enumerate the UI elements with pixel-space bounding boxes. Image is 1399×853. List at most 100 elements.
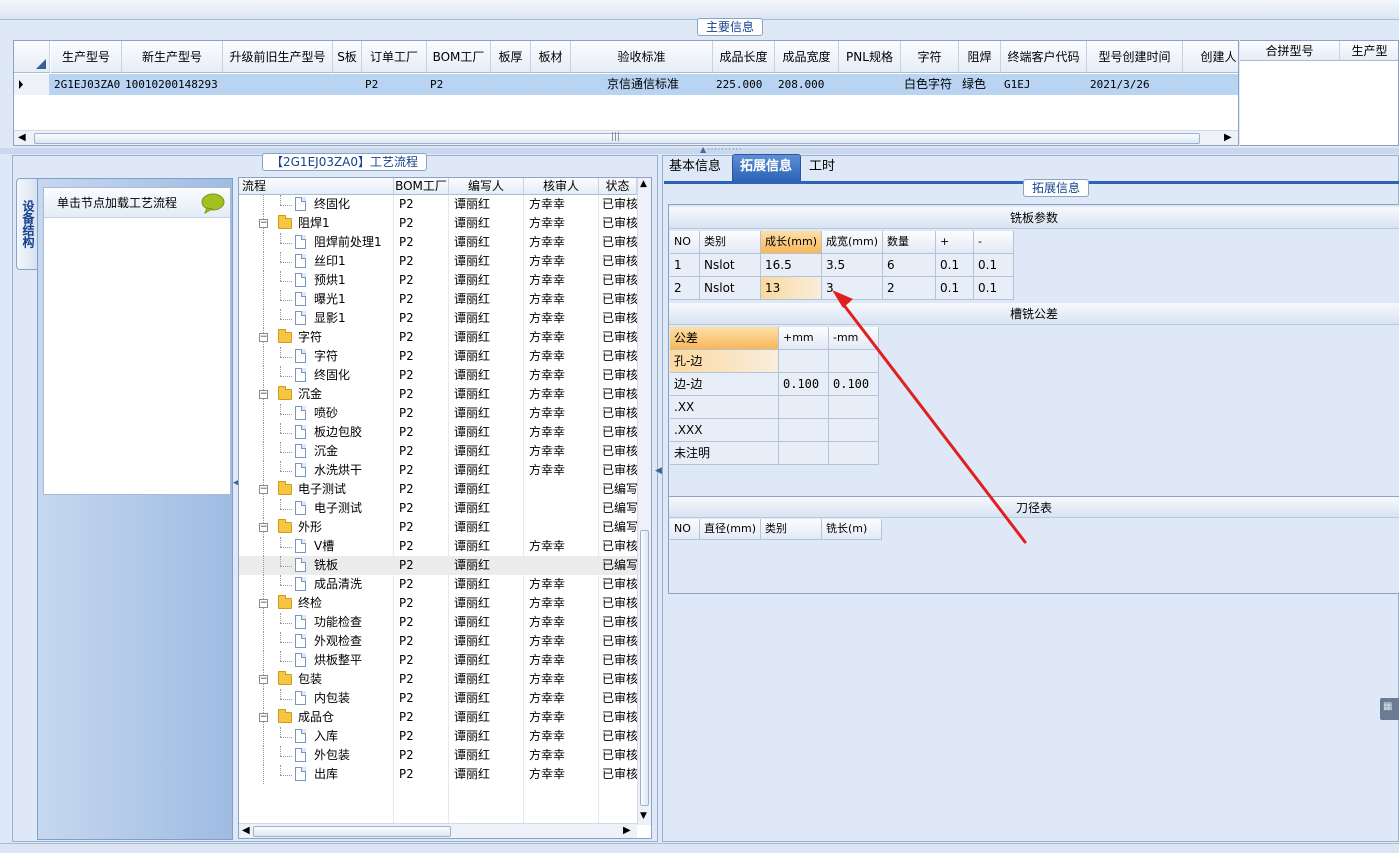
tolerance-col-header[interactable]: 公差 bbox=[670, 327, 779, 350]
collapse-toggle-icon[interactable]: − bbox=[259, 599, 268, 608]
process-tree-row[interactable]: 曝光1 P2 谭丽红 方幸幸 已审核 bbox=[239, 290, 637, 309]
tolerance-cell[interactable]: .XXX bbox=[670, 419, 779, 442]
milling-cell[interactable]: 0.1 bbox=[936, 254, 974, 277]
main-grid-col-header[interactable]: 验收标准 bbox=[571, 41, 713, 73]
main-grid-col-header[interactable]: 成品宽度 bbox=[775, 41, 839, 73]
collapse-toggle-icon[interactable]: − bbox=[259, 523, 268, 532]
scroll-right-icon[interactable]: ▶ bbox=[623, 825, 631, 836]
process-group-label[interactable]: 电子测试 bbox=[293, 480, 393, 499]
process-step-label[interactable]: 阻焊前处理1 bbox=[309, 233, 394, 252]
process-tree-row[interactable]: − 终检 P2 谭丽红 方幸幸 已审核 bbox=[239, 594, 637, 613]
process-step-label[interactable]: V槽 bbox=[309, 537, 394, 556]
tab-basic-info[interactable]: 基本信息 bbox=[663, 155, 727, 180]
process-step-label[interactable]: 出库 bbox=[309, 765, 394, 784]
process-tree-row[interactable]: − 外形 P2 谭丽红 已编写 bbox=[239, 518, 637, 537]
process-group-label[interactable]: 字符 bbox=[293, 328, 393, 347]
process-tree-row[interactable]: 功能检查 P2 谭丽红 方幸幸 已审核 bbox=[239, 613, 637, 632]
process-tree-row[interactable]: 预烘1 P2 谭丽红 方幸幸 已审核 bbox=[239, 271, 637, 290]
tolerance-cell[interactable]: .XX bbox=[670, 396, 779, 419]
main-grid-cell[interactable]: P2 bbox=[362, 74, 427, 95]
process-step-label[interactable]: 外观检查 bbox=[309, 632, 394, 651]
process-tree-row[interactable]: 丝印1 P2 谭丽红 方幸幸 已审核 bbox=[239, 252, 637, 271]
milling-col-header[interactable]: 类别 bbox=[700, 231, 761, 254]
tolerance-cell[interactable]: 0.100 bbox=[779, 373, 829, 396]
process-tree-hscroll-thumb[interactable] bbox=[253, 826, 451, 837]
process-group-label[interactable]: 终检 bbox=[293, 594, 393, 613]
tolerance-cell[interactable] bbox=[779, 442, 829, 465]
process-group-label[interactable]: 成品仓 bbox=[293, 708, 393, 727]
main-grid-cell[interactable] bbox=[839, 74, 901, 95]
main-grid-col-header[interactable]: 生产型号 bbox=[51, 41, 122, 73]
process-step-label[interactable]: 显影1 bbox=[309, 309, 394, 328]
process-tree-row[interactable]: 出库 P2 谭丽红 方幸幸 已审核 bbox=[239, 765, 637, 784]
main-grid-col-header[interactable]: 阻焊 bbox=[959, 41, 1001, 73]
milling-col-header[interactable]: NO bbox=[670, 231, 700, 254]
main-grid-cell[interactable]: 绿色 bbox=[959, 74, 1001, 95]
scroll-up-icon[interactable]: ▲ bbox=[640, 179, 647, 189]
main-grid-cell[interactable]: 2G1EJ03ZA0 bbox=[51, 74, 122, 95]
process-tree-row[interactable]: 入库 P2 谭丽红 方幸幸 已审核 bbox=[239, 727, 637, 746]
process-tree-row[interactable]: 喷砂 P2 谭丽红 方幸幸 已审核 bbox=[239, 404, 637, 423]
main-grid-cell[interactable] bbox=[333, 74, 362, 95]
tolerance-cell[interactable]: 0.100 bbox=[829, 373, 879, 396]
process-step-label[interactable]: 板边包胶 bbox=[309, 423, 394, 442]
cutter-col-header[interactable]: 铣长(m) bbox=[822, 519, 882, 540]
speech-bubble-icon[interactable] bbox=[200, 192, 226, 214]
milling-cell[interactable]: 16.5 bbox=[761, 254, 822, 277]
main-grid-col-header[interactable]: 终端客户代码 bbox=[1001, 41, 1087, 73]
main-grid-cell[interactable]: 2021/3/26 bbox=[1087, 74, 1183, 95]
milling-cell[interactable]: 3 bbox=[822, 277, 883, 300]
tab-extended-info[interactable]: 拓展信息 bbox=[734, 155, 798, 180]
process-tree-row[interactable]: − 阻焊1 P2 谭丽红 方幸幸 已审核 bbox=[239, 214, 637, 233]
main-grid-col-header[interactable]: 型号创建时间 bbox=[1087, 41, 1183, 73]
milling-cell[interactable]: Nslot bbox=[700, 277, 761, 300]
tolerance-cell[interactable] bbox=[829, 396, 879, 419]
process-tree-row[interactable]: 沉金 P2 谭丽红 方幸幸 已审核 bbox=[239, 442, 637, 461]
process-step-label[interactable]: 烘板整平 bbox=[309, 651, 394, 670]
process-tree-row[interactable]: − 包装 P2 谭丽红 方幸幸 已审核 bbox=[239, 670, 637, 689]
process-tree-row[interactable]: 外包装 P2 谭丽红 方幸幸 已审核 bbox=[239, 746, 637, 765]
tolerance-cell[interactable] bbox=[829, 350, 879, 373]
process-tree-row[interactable]: 阻焊前处理1 P2 谭丽红 方幸幸 已审核 bbox=[239, 233, 637, 252]
tolerance-cell[interactable] bbox=[779, 419, 829, 442]
process-group-label[interactable]: 沉金 bbox=[293, 385, 393, 404]
scroll-down-icon[interactable]: ▼ bbox=[640, 811, 647, 821]
main-grid-col-header[interactable]: 成品长度 bbox=[713, 41, 775, 73]
main-grid-col-header[interactable]: BOM工厂 bbox=[427, 41, 491, 73]
process-step-label[interactable]: 丝印1 bbox=[309, 252, 394, 271]
main-grid-col-header[interactable]: 升级前旧生产型号 bbox=[223, 41, 333, 73]
tolerance-cell[interactable] bbox=[779, 350, 829, 373]
main-grid-cell[interactable]: 10010200148293 bbox=[122, 74, 223, 95]
main-grid-hscrollbar[interactable]: ◀ ||| ▶ bbox=[14, 130, 1238, 145]
collapse-right-icon[interactable]: ◀ bbox=[655, 466, 662, 476]
process-tree-row[interactable]: 板边包胶 P2 谭丽红 方幸幸 已审核 bbox=[239, 423, 637, 442]
side-tab-equipment[interactable]: 设备结构 bbox=[16, 178, 38, 270]
milling-cell[interactable]: 3.5 bbox=[822, 254, 883, 277]
horizontal-splitter[interactable]: ▲·········· bbox=[0, 145, 1399, 154]
tab-work-hours[interactable]: 工时 bbox=[803, 155, 841, 180]
process-step-label[interactable]: 预烘1 bbox=[309, 271, 394, 290]
cutter-col-header[interactable]: 类别 bbox=[761, 519, 822, 540]
process-tree-row[interactable]: − 电子测试 P2 谭丽红 已编写 bbox=[239, 480, 637, 499]
tolerance-cell[interactable] bbox=[829, 419, 879, 442]
tolerance-col-header[interactable]: +mm bbox=[779, 327, 829, 350]
milling-cell[interactable]: 6 bbox=[883, 254, 936, 277]
tolerance-cell[interactable]: 未注明 bbox=[670, 442, 779, 465]
cutter-col-header[interactable]: NO bbox=[670, 519, 700, 540]
cutter-col-header[interactable]: 直径(mm) bbox=[700, 519, 761, 540]
process-tree-row[interactable]: 终固化 P2 谭丽红 方幸幸 已审核 bbox=[239, 195, 637, 214]
process-step-label[interactable]: 外包装 bbox=[309, 746, 394, 765]
tolerance-cell[interactable]: 孔-边 bbox=[670, 350, 779, 373]
process-tree-row[interactable]: V槽 P2 谭丽红 方幸幸 已审核 bbox=[239, 537, 637, 556]
scroll-left-icon[interactable]: ◀ bbox=[18, 132, 26, 143]
process-tree-row[interactable]: 水洗烘干 P2 谭丽红 方幸幸 已审核 bbox=[239, 461, 637, 480]
main-grid-col-header[interactable]: 订单工厂 bbox=[362, 41, 427, 73]
collapse-toggle-icon[interactable]: − bbox=[259, 485, 268, 494]
main-grid-col-header[interactable]: 新生产型号 bbox=[122, 41, 223, 73]
main-grid-col-header[interactable]: 字符 bbox=[901, 41, 959, 73]
milling-cell[interactable]: 13 bbox=[761, 277, 822, 300]
merge-col-header[interactable]: 生产型 bbox=[1340, 41, 1398, 61]
milling-col-header[interactable]: 数量 bbox=[883, 231, 936, 254]
process-tree-row[interactable]: 显影1 P2 谭丽红 方幸幸 已审核 bbox=[239, 309, 637, 328]
process-group-label[interactable]: 阻焊1 bbox=[293, 214, 393, 233]
